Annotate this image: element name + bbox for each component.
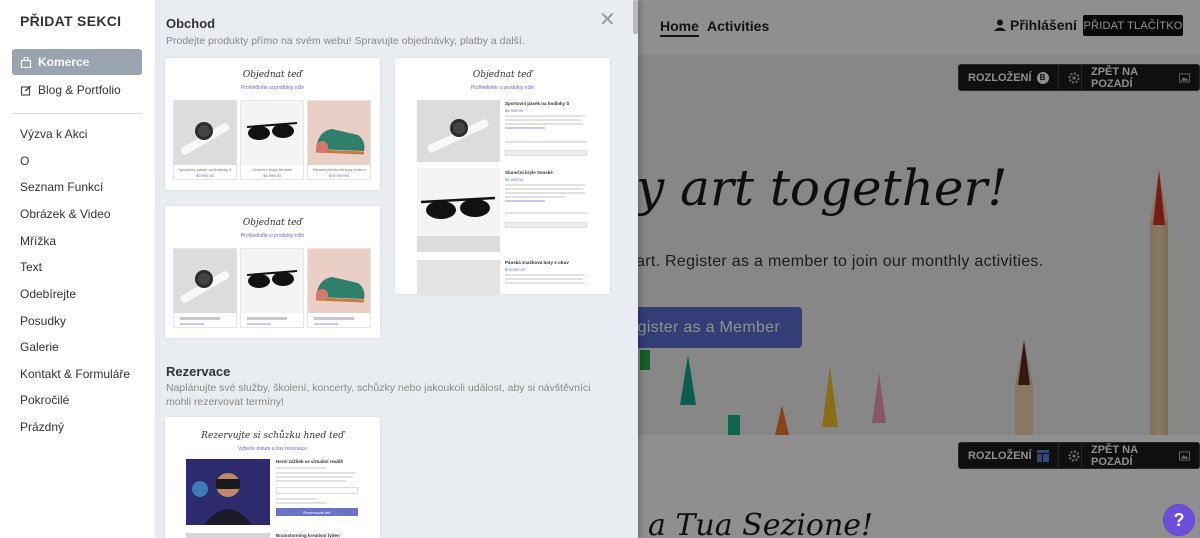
vr-experience-image [186,459,270,525]
category-call-to-action[interactable]: Výzva k Akci [20,127,87,141]
template-title: Objednat teď [472,70,533,80]
template-subtitle: Prohlédněte si produkty níže [240,233,305,239]
category-subscribe[interactable]: Odebírejte [20,287,76,301]
watch-image [174,101,236,165]
category-testimonials[interactable]: Posudky [20,314,66,328]
watch-image [417,100,500,162]
panel-title: PŘIDAT SEKCI [20,13,122,29]
product-price: $78,999.00 [505,267,526,272]
booking-button: Rezervovat teď [276,508,358,516]
template-card-shop-list[interactable]: Objednat teď Prohlédněte si produkty níž… [395,58,610,294]
shopping-bag-icon [20,56,32,68]
template-card-shop-grid[interactable]: Objednat teď Prohlédněte si produkty níž… [165,58,380,190]
edit-icon [20,85,31,96]
product-price: $78,999.00 [328,173,350,178]
add-to-cart-button [505,222,587,228]
category-label: Blog & Portfolio [38,83,121,97]
product-name: Pánská značková boty s obuv [505,260,569,265]
product-name: Sluneční brýle Senské [505,170,553,175]
sunglasses-image [241,101,303,165]
template-subtitle: Vyberte datum a čas rezervace [237,446,307,452]
category-blog-portfolio[interactable]: Blog & Portfolio [12,77,142,103]
product-tile: Sportovní pásek na hodinky S $9,999.00 [173,100,237,180]
category-blank[interactable]: Prázdný [20,420,64,434]
sunglasses-image [241,249,303,313]
section-heading-shop: Obchod [166,16,216,31]
shoe-image [308,101,370,165]
product-tile: Sluneční brýle Senské $4,999.00 [240,100,304,180]
category-commerce[interactable]: Komerce [12,49,142,75]
product-tile [173,248,237,328]
shoe-image [417,260,500,294]
category-grid[interactable]: Mřížka [20,234,56,248]
template-title: Objednat teď [242,70,303,80]
product-name: Pánská značková boty s obuv [312,167,366,172]
add-to-cart-button [505,150,587,156]
template-title: Objednat teď [242,218,303,228]
section-description-booking: Naplánujte své služby, školení, koncerty… [166,382,591,408]
category-advanced[interactable]: Pokročilé [20,393,69,407]
booking-item-name: Herní zážitek ve virtuální realitě [276,459,344,464]
section-description-shop: Prodejte produkty přímo na svém webu! Sp… [166,35,525,47]
template-subtitle: Prohlédněte si produkty níže [470,85,535,91]
category-label: Komerce [38,55,90,69]
product-name: Sluneční brýle Senské [252,167,292,172]
product-tile [307,248,371,328]
booking-image-2 [186,533,270,538]
category-image-video[interactable]: Obrázek & Video [20,207,111,221]
template-subtitle: Prohlédněte si produkty níže [240,85,305,91]
section-heading-booking: Rezervace [166,364,231,379]
category-divider [12,113,142,114]
booking-item-name: Brainstorming kreativní týden [276,533,340,538]
sunglasses-image [417,168,500,252]
product-name: Sportovní pásek na hodinky S [178,167,232,172]
watch-image [174,249,236,313]
category-about[interactable]: O [20,154,29,168]
category-gallery[interactable]: Galerie [20,340,59,354]
template-card-booking[interactable]: Rezervujte si schůzku hned teď Vyberte d… [165,417,380,538]
product-price: $4,999.00 [505,177,523,182]
product-price: $9,999.00 [196,173,214,178]
category-text[interactable]: Text [20,260,42,274]
product-tile: Pánská značková boty s obuv $78,999.00 [307,100,371,180]
category-contact-forms[interactable]: Kontakt & Formuláře [20,367,130,381]
product-price: $4,999.00 [263,173,281,178]
product-price: $9,999.00 [505,108,523,113]
product-tile [240,248,304,328]
template-title: Rezervujte si schůzku hned teď [201,431,344,441]
panel-scrollbar[interactable] [633,0,638,34]
shoe-image [308,249,370,313]
product-name: Sportovní pásek na hodinky S [505,101,570,106]
template-previews: ✕ Obchod Prodejte produkty přímo na svém… [155,0,638,538]
help-button[interactable]: ? [1163,504,1195,536]
template-card-shop-grid-alt[interactable]: Objednat teď Prohlédněte si produkty níž… [165,206,380,338]
category-features[interactable]: Seznam Funkcí [20,180,103,194]
date-input [276,487,358,494]
close-icon[interactable]: ✕ [599,10,616,30]
add-section-panel: PŘIDAT SEKCI Komerce Blog & Portfolio Vý… [0,0,638,538]
category-sidebar: PŘIDAT SEKCI Komerce Blog & Portfolio Vý… [0,0,155,538]
